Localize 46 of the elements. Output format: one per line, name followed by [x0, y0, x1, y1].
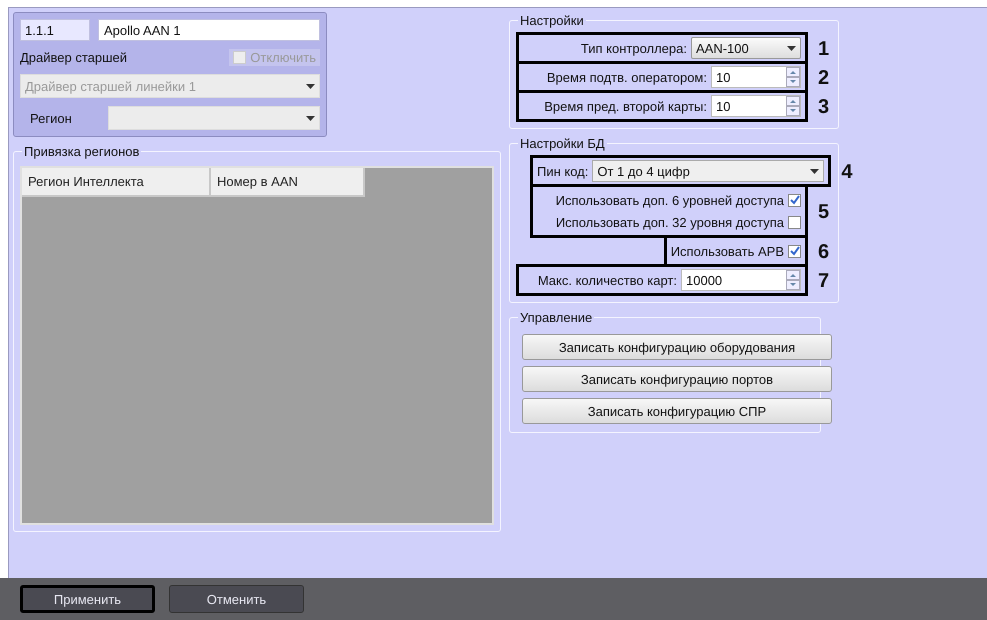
callout-number: 6: [818, 241, 830, 264]
group-title: Настройки БД: [518, 136, 607, 151]
callout-number: 2: [818, 67, 830, 90]
spin-field[interactable]: 10: [711, 66, 801, 88]
checkbox-label: Использовать APB: [670, 244, 784, 258]
callout-number: 4: [841, 161, 852, 184]
spin-arrows-icon[interactable]: [786, 67, 800, 87]
spin-field[interactable]: 10000: [681, 269, 801, 291]
checkbox[interactable]: [788, 244, 801, 258]
callout-number: 3: [818, 96, 830, 119]
pin-code-dropdown[interactable]: От 1 до 4 цифр: [592, 160, 824, 182]
group-title: Управление: [518, 310, 594, 325]
callout-number: 7: [818, 270, 830, 293]
checkbox-label: Отключить: [250, 50, 316, 65]
write-config-button[interactable]: Записать конфигурацию СПР: [522, 398, 832, 424]
group-title: Настройки: [518, 13, 586, 28]
footer-button[interactable]: Применить: [20, 585, 155, 613]
spin-arrows-icon[interactable]: [786, 270, 800, 290]
field-label: Время подтв. оператором:: [546, 70, 707, 84]
field-label: Тип контроллера:: [580, 40, 687, 56]
checkbox[interactable]: [788, 216, 801, 228]
column-header[interactable]: Номер в AAN: [211, 168, 365, 197]
checkbox[interactable]: [788, 194, 801, 206]
spin-field[interactable]: 10: [711, 95, 801, 117]
callout-number: 5: [818, 201, 830, 224]
field-label: Регион: [29, 110, 73, 126]
field-label: Пин код:: [537, 164, 588, 178]
device-id-field[interactable]: 1.1.1: [20, 19, 90, 41]
group-title: Привязка регионов: [22, 144, 142, 159]
dropdown-arrow-icon: [787, 46, 796, 50]
device-name-field[interactable]: Apollo AAN 1: [98, 19, 320, 41]
field-label: Время пред. второй карты:: [544, 98, 707, 114]
write-config-button[interactable]: Записать конфигурацию оборудования: [522, 334, 832, 360]
callout-number: 1: [818, 38, 830, 61]
footer-button[interactable]: Отменить: [169, 585, 304, 613]
column-header[interactable]: Регион Интеллекта: [22, 168, 211, 197]
dropdown-arrow-icon: [810, 168, 820, 174]
controller-type-dropdown[interactable]: AAN-100: [691, 37, 801, 59]
dropdown-arrow-icon: [306, 84, 315, 88]
write-config-button[interactable]: Записать конфигурацию портов: [522, 366, 832, 392]
spin-arrows-icon[interactable]: [786, 96, 800, 116]
field-label: Макс. количество карт:: [538, 272, 677, 288]
dropdown-arrow-icon: [306, 116, 315, 120]
field-label: Драйвер старшей: [20, 50, 128, 65]
checkbox-label: Использовать доп. 32 уровня доступа: [556, 214, 784, 230]
checkbox-label: Использовать доп. 6 уровней доступа: [556, 192, 784, 208]
